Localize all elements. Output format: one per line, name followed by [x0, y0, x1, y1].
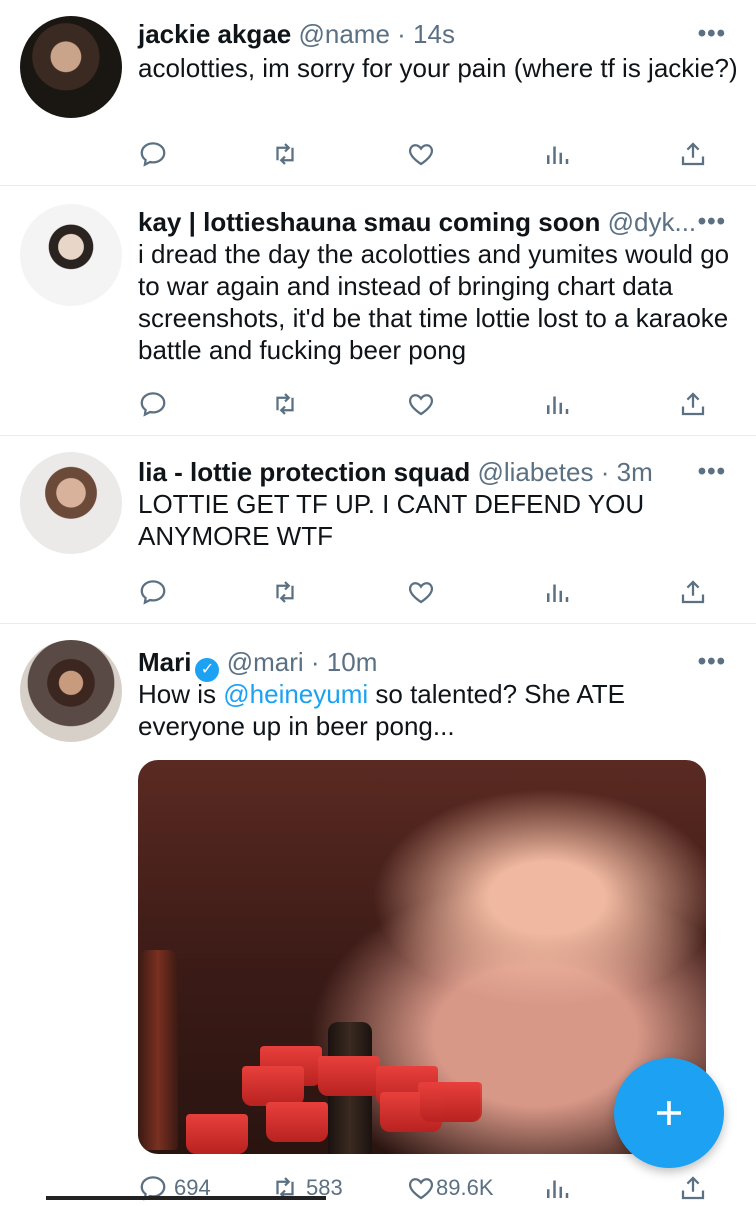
- analytics-button[interactable]: [542, 386, 572, 422]
- separator: ·: [600, 457, 610, 487]
- cup-shape: [318, 1056, 380, 1096]
- analytics-button[interactable]: [542, 136, 572, 172]
- analytics-icon: [547, 396, 569, 414]
- reply-button[interactable]: 694: [138, 1170, 211, 1206]
- more-icon[interactable]: •••: [698, 208, 726, 236]
- tweet-actions: [138, 136, 718, 172]
- tweet[interactable]: jackie akgae @name · 14s ••• acolotties,…: [0, 0, 756, 186]
- share-icon: [681, 1176, 705, 1200]
- analytics-button[interactable]: [542, 574, 572, 610]
- share-icon: [681, 580, 705, 604]
- avatar[interactable]: [20, 204, 122, 306]
- reply-icon: [140, 142, 166, 167]
- avatar[interactable]: [20, 452, 122, 554]
- share-icon: [681, 392, 705, 416]
- analytics-icon: [547, 1180, 569, 1198]
- tweet-text: How is @heineyumi so talented? She ATE e…: [138, 678, 698, 742]
- timestamp[interactable]: 10m: [327, 647, 378, 677]
- reply-button[interactable]: [138, 136, 168, 172]
- avatar[interactable]: [20, 640, 122, 742]
- reply-icon: [140, 580, 166, 605]
- retweet-icon: [276, 143, 294, 165]
- tweet[interactable]: kay | lottieshauna smau coming soon @dyk…: [0, 186, 756, 436]
- handle[interactable]: @mari: [227, 647, 304, 677]
- share-icon: [681, 142, 705, 166]
- retweet-button[interactable]: [270, 136, 300, 172]
- tweet-text: i dread the day the acolotties and yumit…: [138, 239, 730, 365]
- home-indicator: [46, 1196, 326, 1200]
- display-name[interactable]: lia - lottie protection squad: [138, 457, 470, 487]
- tweet-text: acolotties, im sorry for your pain (wher…: [138, 53, 738, 83]
- share-button[interactable]: [678, 136, 708, 172]
- analytics-icon: [547, 584, 569, 602]
- reply-button[interactable]: [138, 574, 168, 610]
- like-icon: [408, 144, 434, 166]
- reply-button[interactable]: [138, 386, 168, 422]
- display-name[interactable]: jackie akgae: [138, 19, 291, 49]
- tweet-header: lia - lottie protection squad @liabetes …: [138, 456, 653, 488]
- retweet-icon: [276, 393, 294, 415]
- analytics-icon: [547, 146, 569, 164]
- like-icon: [408, 394, 434, 416]
- more-icon[interactable]: •••: [698, 648, 726, 676]
- handle[interactable]: @name: [298, 19, 389, 49]
- like-icon: [408, 582, 434, 604]
- cup-shape: [420, 1082, 482, 1122]
- tweet-actions: [138, 574, 718, 610]
- tweet[interactable]: lia - lottie protection squad @liabetes …: [0, 436, 756, 624]
- like-count: 89.6K: [436, 1175, 494, 1200]
- display-name[interactable]: kay | lottieshauna smau coming soon: [138, 207, 600, 237]
- like-button[interactable]: [406, 574, 436, 610]
- handle[interactable]: @dyk...: [608, 207, 697, 237]
- handle[interactable]: @liabetes: [477, 457, 593, 487]
- cup-shape: [266, 1102, 328, 1142]
- share-button[interactable]: [678, 574, 708, 610]
- bottle-shape: [138, 950, 178, 1150]
- share-button[interactable]: [678, 386, 708, 422]
- more-icon[interactable]: •••: [698, 20, 726, 48]
- like-button[interactable]: 89.6K: [406, 1170, 494, 1206]
- tweet-header: jackie akgae @name · 14s: [138, 18, 455, 50]
- timestamp[interactable]: 3m: [617, 457, 653, 487]
- retweet-button[interactable]: [270, 574, 300, 610]
- tweet-text-start: How is: [138, 679, 224, 709]
- tweet-text: LOTTIE GET TF UP. I CANT DEFEND YOU ANYM…: [138, 489, 645, 551]
- separator: ·: [310, 647, 320, 677]
- like-button[interactable]: [406, 136, 436, 172]
- tweet-actions: 694 583 89.6K: [138, 1170, 718, 1206]
- avatar[interactable]: [20, 16, 122, 118]
- share-button[interactable]: [678, 1170, 708, 1206]
- mention-link[interactable]: @heineyumi: [223, 679, 368, 709]
- tweet-header: Mari ✓ @mari · 10m: [138, 646, 377, 682]
- retweet-button[interactable]: 583: [270, 1170, 343, 1206]
- timestamp[interactable]: 14s: [413, 19, 455, 49]
- reply-icon: [140, 392, 166, 417]
- like-button[interactable]: [406, 386, 436, 422]
- compose-tweet-button[interactable]: [614, 1058, 724, 1168]
- more-icon[interactable]: •••: [698, 458, 726, 486]
- retweet-icon: [276, 581, 294, 603]
- tweet-actions: [138, 386, 718, 422]
- compose-plus-icon: [657, 1101, 681, 1125]
- cup-shape: [186, 1114, 248, 1154]
- display-name[interactable]: Mari: [138, 647, 191, 677]
- tweet-header: kay | lottieshauna smau coming soon @dyk…: [138, 206, 696, 238]
- separator: ·: [397, 19, 406, 49]
- like-icon: [408, 1178, 434, 1200]
- retweet-button[interactable]: [270, 386, 300, 422]
- cup-shape: [242, 1066, 304, 1106]
- analytics-button[interactable]: [542, 1170, 572, 1206]
